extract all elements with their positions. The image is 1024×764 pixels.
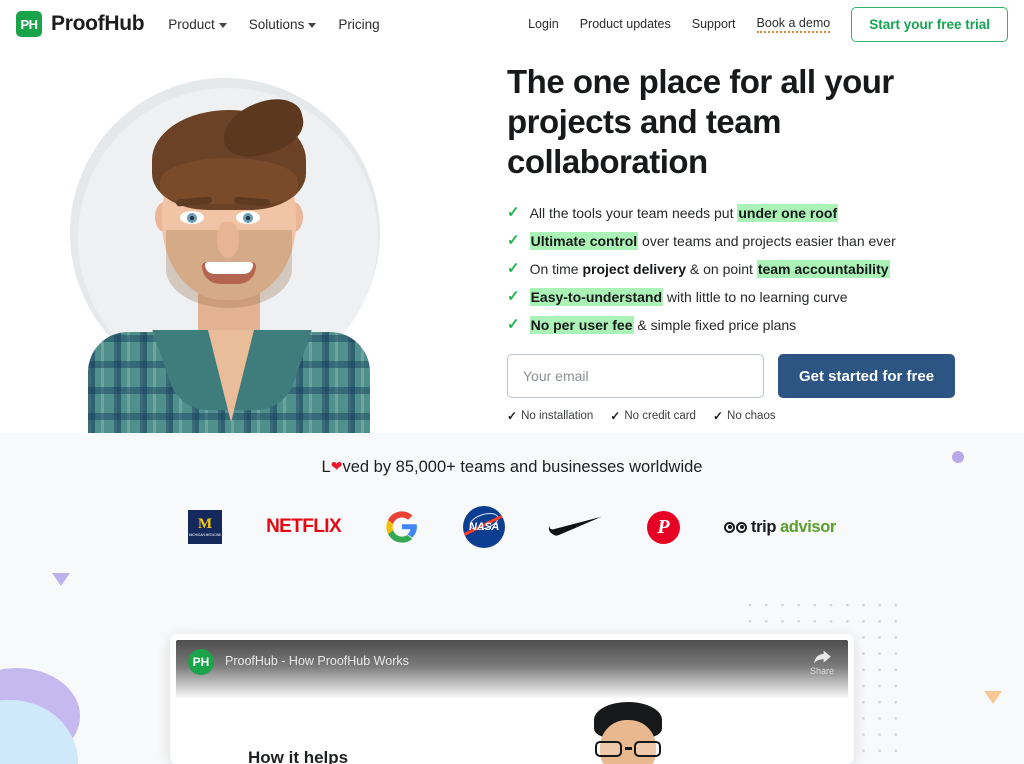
video-person-glasses-icon — [595, 740, 661, 757]
decorative-orange-triangle — [984, 691, 1002, 704]
hero-portrait-photo — [88, 80, 370, 433]
proofhub-logo-icon: PH — [16, 11, 42, 37]
assurance-item: ✓ No installation — [507, 409, 593, 423]
google-logo — [385, 505, 419, 549]
share-button[interactable]: Share — [810, 649, 834, 676]
benefit-item: ✓ All the tools your team needs put unde… — [507, 204, 987, 222]
page-title: The one place for all your projects and … — [507, 63, 894, 180]
benefit-text: All the tools your team needs put under … — [529, 204, 839, 222]
customer-logos: M MICHIGAN MEDICINE NETFLIX NASA P trip … — [0, 505, 1024, 549]
nav-link-support[interactable]: Support — [692, 17, 736, 31]
check-icon: ✓ — [507, 204, 520, 221]
hero-copy: The one place for all your projects and … — [507, 62, 987, 423]
check-icon: ✓ — [712, 409, 724, 423]
pinterest-p-icon: P — [647, 510, 681, 544]
check-icon: ✓ — [507, 316, 520, 333]
assurance-item: ✓ No chaos — [713, 409, 776, 423]
benefit-item: ✓ On time project delivery & on point te… — [507, 260, 987, 278]
nav-item-solutions-label: Solutions — [248, 16, 305, 32]
video-player-card[interactable]: How it helps PH ProofHub - How ProofHub … — [170, 634, 854, 764]
signup-form: Get started for free — [507, 354, 987, 398]
nasa-logo: NASA — [463, 505, 506, 549]
video-channel-avatar: PH — [188, 649, 214, 675]
benefit-text: No per user fee & simple fixed price pla… — [529, 316, 797, 334]
brand-name: ProofHub — [51, 12, 145, 35]
portrait-eye-left — [180, 211, 204, 224]
google-g-icon — [386, 511, 417, 543]
site-header: PH ProofHub Product Solutions Pricing Lo… — [0, 0, 1024, 48]
pinterest-logo: P — [647, 505, 681, 549]
get-started-button[interactable]: Get started for free — [778, 354, 956, 398]
video-frame[interactable]: How it helps PH ProofHub - How ProofHub … — [176, 640, 848, 764]
video-person — [586, 702, 670, 764]
benefit-text: Ultimate control over teams and projects… — [529, 232, 896, 250]
video-title[interactable]: ProofHub - How ProofHub Works — [225, 654, 409, 668]
portrait-smile — [202, 262, 256, 284]
netflix-wordmark: NETFLIX — [266, 516, 342, 537]
video-caption: How it helps — [248, 748, 349, 764]
video-header-overlay: PH ProofHub - How ProofHub Works Share — [176, 640, 848, 698]
benefit-text: Easy-to-understand with little to no lea… — [529, 288, 848, 306]
secondary-nav: Login Product updates Support Book a dem… — [528, 6, 1008, 42]
assurance-label: No installation — [521, 410, 594, 422]
check-icon: ✓ — [507, 288, 520, 305]
share-icon — [813, 650, 831, 664]
start-free-trial-button[interactable]: Start your free trial — [851, 6, 1008, 42]
nav-link-book-a-demo[interactable]: Book a demo — [756, 16, 831, 33]
check-icon: ✓ — [610, 409, 621, 423]
nike-logo — [549, 505, 603, 549]
social-proof-title-post: ved by 85,000+ teams and businesses worl… — [342, 458, 703, 476]
assurance-label: No credit card — [624, 410, 696, 422]
nav-item-pricing-label: Pricing — [338, 16, 380, 32]
netflix-logo: NETFLIX — [266, 505, 342, 549]
michigan-subtext: MICHIGAN MEDICINE — [188, 532, 222, 537]
social-proof-title-pre: L — [321, 458, 331, 476]
nasa-wordmark: NASA — [469, 521, 500, 533]
email-input[interactable] — [507, 354, 764, 398]
decorative-purple-triangle — [52, 573, 70, 586]
brand-logo[interactable]: PH ProofHub — [16, 11, 145, 37]
tripadvisor-owl-icon — [724, 521, 748, 533]
nav-item-product-label: Product — [168, 16, 215, 32]
tripadvisor-word-trip: trip — [751, 517, 777, 536]
nav-link-product-updates[interactable]: Product updates — [580, 17, 671, 31]
portrait-nose — [217, 222, 239, 258]
benefit-text: On time project delivery & on point team… — [529, 260, 890, 278]
proofhub-landing-page: PH ProofHub Product Solutions Pricing Lo… — [0, 0, 1024, 764]
michigan-medicine-logo: M MICHIGAN MEDICINE — [188, 505, 223, 549]
chevron-down-icon — [308, 22, 317, 28]
nav-link-login[interactable]: Login — [528, 17, 559, 31]
chevron-down-icon — [218, 22, 227, 28]
benefits-list: ✓ All the tools your team needs put unde… — [507, 204, 987, 334]
benefit-item: ✓ Easy-to-understand with little to no l… — [507, 288, 987, 306]
benefit-item: ✓ Ultimate control over teams and projec… — [507, 232, 987, 250]
assurances-list: ✓ No installation ✓ No credit card ✓ No cha… — [507, 409, 987, 423]
nav-item-solutions[interactable]: Solutions — [249, 17, 317, 32]
hero-image — [20, 48, 420, 433]
primary-nav: Product Solutions Pricing — [168, 17, 379, 32]
social-proof-title: L❤ved by 85,000+ teams and businesses wo… — [0, 458, 1024, 477]
nav-item-pricing[interactable]: Pricing — [338, 17, 379, 32]
check-icon: ✓ — [507, 232, 520, 249]
check-icon: ✓ — [507, 260, 520, 277]
michigan-initial: M — [197, 515, 213, 532]
share-label: Share — [809, 666, 834, 676]
check-icon: ✓ — [507, 409, 518, 423]
nav-item-product[interactable]: Product — [168, 17, 227, 32]
benefit-item: ✓ No per user fee & simple fixed price p… — [507, 316, 987, 334]
heart-icon: ❤ — [330, 458, 343, 474]
portrait-eye-right — [236, 211, 260, 224]
hero-section: The one place for all your projects and … — [0, 48, 1024, 433]
nike-swoosh-icon — [549, 516, 602, 536]
assurance-label: No chaos — [727, 410, 776, 422]
tripadvisor-logo: trip advisor — [724, 505, 836, 549]
tripadvisor-word-advisor: advisor — [780, 517, 836, 536]
assurance-item: ✓ No credit card — [610, 409, 696, 423]
decorative-purple-dot — [952, 451, 964, 463]
